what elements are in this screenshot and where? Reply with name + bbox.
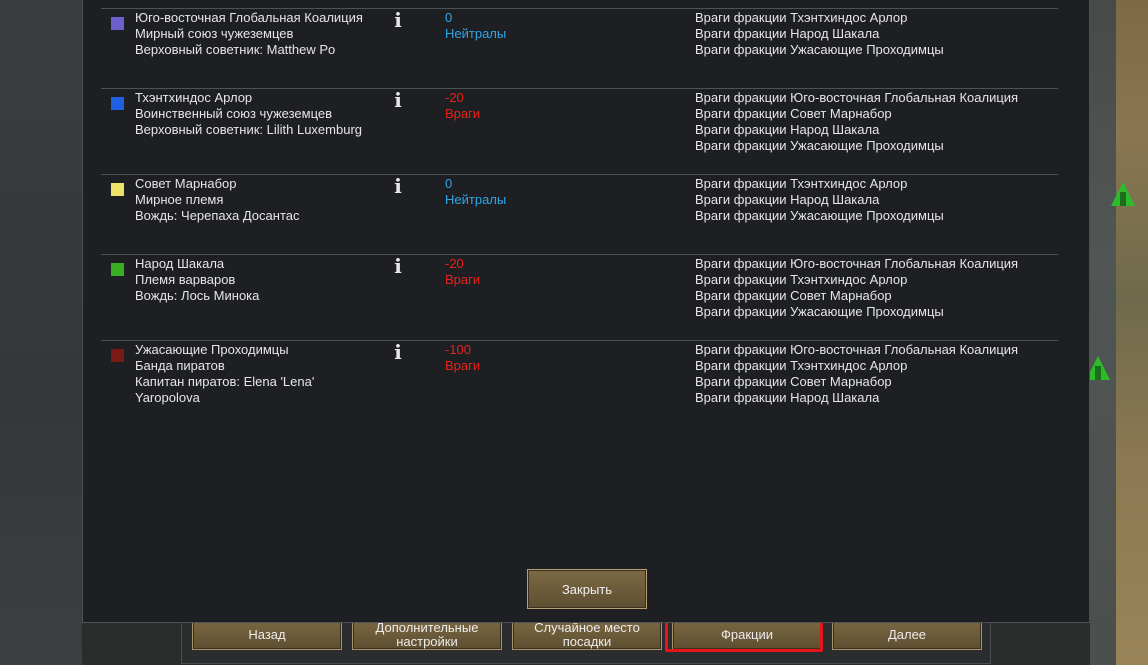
faction-leader: Капитан пиратов: Elena 'Lena' bbox=[135, 374, 315, 389]
advanced-settings-button[interactable]: Дополнительные настройки bbox=[352, 620, 502, 650]
info-icon[interactable]: i bbox=[391, 176, 405, 196]
enemy-line: Враги фракции Народ Шакала bbox=[695, 192, 880, 207]
enemy-line: Враги фракции Совет Марнабор bbox=[695, 106, 892, 121]
faction-relation: -20 Враги bbox=[445, 256, 480, 288]
faction-leader: Верховный советник: Lilith Luxemburg bbox=[135, 122, 362, 137]
faction-info: Тхэнтхиндос Арлор Воинственный союз чуже… bbox=[135, 90, 395, 138]
faction-leader-continued: Yaropolova bbox=[135, 390, 200, 405]
faction-relation-label: Враги bbox=[445, 106, 481, 121]
faction-relation: -20 Враги bbox=[445, 90, 480, 122]
faction-goodwill: -20 bbox=[445, 90, 464, 105]
faction-enemies: Враги фракции Тхэнтхиндос Арлор Враги фр… bbox=[695, 10, 944, 58]
faction-goodwill: -20 bbox=[445, 256, 464, 271]
info-icon[interactable]: i bbox=[391, 256, 405, 276]
advanced-settings-label-line1: Дополнительные bbox=[375, 620, 479, 635]
random-site-label-line2: посадки bbox=[562, 634, 612, 649]
faction-color-swatch bbox=[111, 17, 124, 30]
faction-info: Юго-восточная Глобальная Коалиция Мирный… bbox=[135, 10, 395, 58]
info-icon[interactable]: i bbox=[391, 90, 405, 110]
faction-leader: Верховный советник: Matthew Po bbox=[135, 42, 336, 57]
map-water-strip bbox=[1090, 0, 1116, 665]
faction-relation-label: Враги bbox=[445, 358, 481, 373]
faction-row: Совет Марнабор Мирное племя Вождь: Череп… bbox=[101, 174, 1058, 255]
enemy-line: Враги фракции Юго-восточная Глобальная К… bbox=[695, 342, 1019, 357]
enemy-line: Враги фракции Совет Марнабор bbox=[695, 374, 892, 389]
faction-name: Ужасающие Проходимцы bbox=[135, 342, 289, 357]
faction-relation: 0 Нейтралы bbox=[445, 10, 506, 42]
faction-color-swatch bbox=[111, 183, 124, 196]
faction-enemies: Враги фракции Тхэнтхиндос Арлор Враги фр… bbox=[695, 176, 944, 224]
faction-row: Народ Шакала Племя варваров Вождь: Лось … bbox=[101, 254, 1058, 341]
enemy-line: Враги фракции Тхэнтхиндос Арлор bbox=[695, 176, 908, 191]
info-icon[interactable]: i bbox=[391, 342, 405, 362]
faction-info: Народ Шакала Племя варваров Вождь: Лось … bbox=[135, 256, 395, 304]
faction-goodwill: -100 bbox=[445, 342, 472, 357]
faction-name: Совет Марнабор bbox=[135, 176, 237, 191]
enemy-line: Враги фракции Совет Марнабор bbox=[695, 288, 892, 303]
faction-enemies: Враги фракции Юго-восточная Глобальная К… bbox=[695, 342, 1018, 406]
enemy-line: Враги фракции Юго-восточная Глобальная К… bbox=[695, 90, 1019, 105]
faction-relation: 0 Нейтралы bbox=[445, 176, 506, 208]
enemy-line: Враги фракции Ужасающие Проходимцы bbox=[695, 42, 944, 57]
enemy-line: Враги фракции Народ Шакала bbox=[695, 26, 880, 41]
advanced-settings-label-line2: настройки bbox=[396, 634, 458, 649]
enemy-line: Враги фракции Тхэнтхиндос Арлор bbox=[695, 10, 908, 25]
faction-info: Ужасающие Проходимцы Банда пиратов Капит… bbox=[135, 342, 395, 406]
faction-color-swatch bbox=[111, 349, 124, 362]
faction-row: Юго-восточная Глобальная Коалиция Мирный… bbox=[101, 8, 1058, 89]
map-background-left bbox=[0, 0, 82, 665]
back-button[interactable]: Назад bbox=[192, 620, 342, 650]
next-button-label: Далее bbox=[887, 627, 927, 642]
faction-type: Мирное племя bbox=[135, 192, 224, 207]
enemy-line: Враги фракции Тхэнтхиндос Арлор bbox=[695, 272, 908, 287]
faction-relation-label: Нейтралы bbox=[445, 26, 507, 41]
faction-info: Совет Марнабор Мирное племя Вождь: Череп… bbox=[135, 176, 395, 224]
faction-leader: Вождь: Черепаха Досантас bbox=[135, 208, 300, 223]
enemy-line: Враги фракции Тхэнтхиндос Арлор bbox=[695, 358, 908, 373]
faction-relation-label: Нейтралы bbox=[445, 192, 507, 207]
random-site-label-line1: Случайное место bbox=[534, 620, 640, 635]
faction-name: Тхэнтхиндос Арлор bbox=[135, 90, 253, 105]
faction-type: Воинственный союз чужеземцев bbox=[135, 106, 333, 121]
faction-color-swatch bbox=[111, 97, 124, 110]
enemy-line: Враги фракции Народ Шакала bbox=[695, 122, 880, 137]
back-button-label: Назад bbox=[248, 627, 286, 642]
faction-type: Мирный союз чужеземцев bbox=[135, 26, 294, 41]
faction-row: Ужасающие Проходимцы Банда пиратов Капит… bbox=[101, 340, 1058, 427]
faction-leader: Вождь: Лось Минока bbox=[135, 288, 260, 303]
faction-goodwill: 0 bbox=[445, 10, 453, 25]
next-button[interactable]: Далее bbox=[832, 620, 982, 650]
faction-name: Народ Шакала bbox=[135, 256, 225, 271]
faction-type: Банда пиратов bbox=[135, 358, 225, 373]
info-icon[interactable]: i bbox=[391, 10, 405, 30]
enemy-line: Враги фракции Юго-восточная Глобальная К… bbox=[695, 256, 1019, 271]
enemy-line: Враги фракции Ужасающие Проходимцы bbox=[695, 208, 944, 223]
faction-row: Тхэнтхиндос Арлор Воинственный союз чуже… bbox=[101, 88, 1058, 175]
faction-relation-label: Враги bbox=[445, 272, 481, 287]
faction-goodwill: 0 bbox=[445, 176, 453, 191]
faction-type: Племя варваров bbox=[135, 272, 236, 287]
faction-enemies: Враги фракции Юго-восточная Глобальная К… bbox=[695, 90, 1018, 154]
faction-enemies: Враги фракции Юго-восточная Глобальная К… bbox=[695, 256, 1018, 320]
close-button-label: Закрыть bbox=[561, 581, 613, 597]
enemy-line: Враги фракции Народ Шакала bbox=[695, 390, 880, 405]
map-tree-icon bbox=[1111, 182, 1135, 206]
factions-dialog: Юго-восточная Глобальная Коалиция Мирный… bbox=[82, 0, 1090, 623]
close-button[interactable]: Закрыть bbox=[527, 569, 647, 609]
faction-relation: -100 Враги bbox=[445, 342, 480, 374]
faction-name: Юго-восточная Глобальная Коалиция bbox=[135, 10, 363, 25]
faction-color-swatch bbox=[111, 263, 124, 276]
random-site-button[interactable]: Случайное место посадки bbox=[512, 620, 662, 650]
enemy-line: Враги фракции Ужасающие Проходимцы bbox=[695, 138, 944, 153]
enemy-line: Враги фракции Ужасающие Проходимцы bbox=[695, 304, 944, 319]
